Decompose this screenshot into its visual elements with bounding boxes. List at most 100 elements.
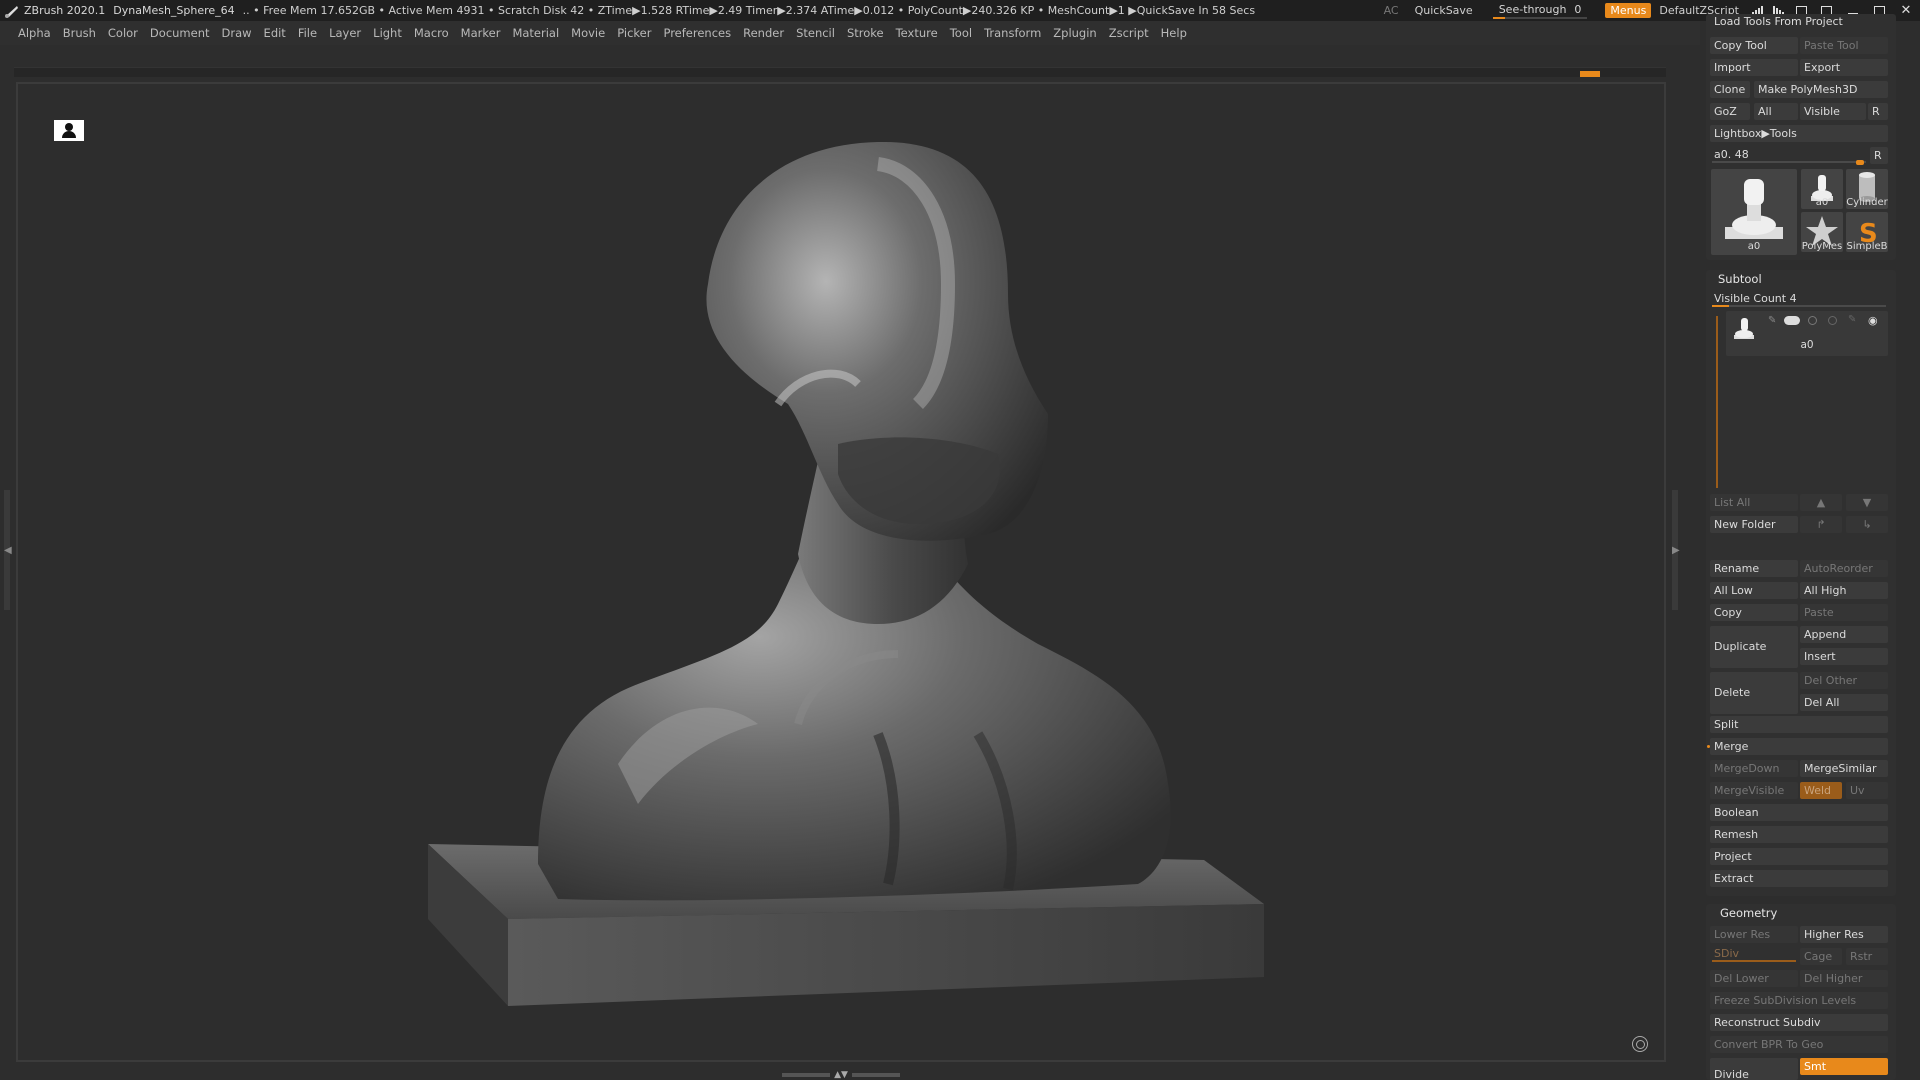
copy-subtool-button[interactable]: Copy xyxy=(1710,604,1798,621)
menu-item-stroke[interactable]: Stroke xyxy=(847,26,884,40)
new-folder-button[interactable]: New Folder xyxy=(1710,516,1798,533)
divide-button[interactable]: Divide xyxy=(1710,1058,1798,1080)
merge-button[interactable]: Merge xyxy=(1710,738,1888,755)
menu-item-preferences[interactable]: Preferences xyxy=(663,26,731,40)
menu-item-zscript[interactable]: Zscript xyxy=(1109,26,1149,40)
all-low-button[interactable]: All Low xyxy=(1710,582,1798,599)
del-other-button[interactable]: Del Other xyxy=(1800,672,1888,689)
document-canvas[interactable] xyxy=(16,82,1666,1062)
all-high-button[interactable]: All High xyxy=(1800,582,1888,599)
menu-item-zplugin[interactable]: Zplugin xyxy=(1053,26,1096,40)
duplicate-button[interactable]: Duplicate xyxy=(1710,626,1798,668)
goz-button[interactable]: GoZ xyxy=(1710,103,1750,120)
subtool-toggle-icon[interactable] xyxy=(1784,316,1800,325)
subtool-pen-icon[interactable]: ✎ xyxy=(1848,314,1856,325)
quicksave-button[interactable]: QuickSave xyxy=(1415,4,1473,17)
paste-subtool-button[interactable]: Paste xyxy=(1800,604,1888,621)
menu-item-transform[interactable]: Transform xyxy=(984,26,1041,40)
subtool-brush-icon[interactable]: ✎ xyxy=(1768,315,1776,326)
menu-item-marker[interactable]: Marker xyxy=(461,26,501,40)
menu-item-document[interactable]: Document xyxy=(150,26,210,40)
target-icon[interactable] xyxy=(1632,1036,1648,1052)
menu-item-stencil[interactable]: Stencil xyxy=(796,26,835,40)
goz-visible-button[interactable]: Visible xyxy=(1800,103,1866,120)
project-button[interactable]: Project xyxy=(1710,848,1888,865)
delete-button[interactable]: Delete xyxy=(1710,672,1798,714)
lower-res-button[interactable]: Lower Res xyxy=(1710,926,1798,943)
menu-item-brush[interactable]: Brush xyxy=(63,26,96,40)
menu-item-draw[interactable]: Draw xyxy=(222,26,252,40)
auto-reorder-button[interactable]: AutoReorder xyxy=(1800,560,1888,577)
menu-item-edit[interactable]: Edit xyxy=(264,26,286,40)
menu-item-picker[interactable]: Picker xyxy=(617,26,651,40)
insert-button[interactable]: Insert xyxy=(1800,648,1888,665)
reconstruct-subdiv-button[interactable]: Reconstruct Subdiv xyxy=(1710,1014,1888,1031)
cage-button[interactable]: Cage xyxy=(1800,948,1842,965)
move-up-button[interactable]: ▲ xyxy=(1800,494,1842,511)
menu-item-help[interactable]: Help xyxy=(1161,26,1187,40)
freeze-subdivision-button[interactable]: Freeze SubDivision Levels xyxy=(1710,992,1888,1009)
menu-item-macro[interactable]: Macro xyxy=(414,26,449,40)
geometry-title[interactable]: Geometry xyxy=(1720,906,1777,920)
menu-item-render[interactable]: Render xyxy=(743,26,784,40)
menu-item-tool[interactable]: Tool xyxy=(950,26,972,40)
user-icon[interactable] xyxy=(54,120,84,141)
copy-tool-button[interactable]: Copy Tool xyxy=(1710,37,1798,54)
higher-res-button[interactable]: Higher Res xyxy=(1800,926,1888,943)
goz-all-button[interactable]: All xyxy=(1754,103,1798,120)
menu-item-light[interactable]: Light xyxy=(373,26,402,40)
menu-item-layer[interactable]: Layer xyxy=(329,26,361,40)
bottom-tray-handle[interactable]: ▲▼ xyxy=(776,1070,906,1080)
close-icon[interactable]: ✕ xyxy=(1899,4,1913,17)
extract-button[interactable]: Extract xyxy=(1710,870,1888,887)
visible-count-slider[interactable]: Visible Count 4 xyxy=(1710,290,1888,307)
rename-button[interactable]: Rename xyxy=(1710,560,1798,577)
menu-item-material[interactable]: Material xyxy=(512,26,559,40)
merge-down-button[interactable]: MergeDown xyxy=(1710,760,1798,777)
convert-bpr-button[interactable]: Convert BPR To Geo xyxy=(1710,1036,1888,1053)
rstr-button[interactable]: Rstr xyxy=(1846,948,1888,965)
boolean-button[interactable]: Boolean xyxy=(1710,804,1888,821)
sdiv-slider[interactable]: SDiv xyxy=(1710,945,1798,962)
move-down-button[interactable]: ▼ xyxy=(1846,494,1888,511)
menu-item-alpha[interactable]: Alpha xyxy=(18,26,51,40)
smt-toggle[interactable]: Smt xyxy=(1800,1058,1888,1075)
current-tool-slider[interactable]: a0. 48 xyxy=(1710,146,1868,165)
weld-button[interactable]: Weld xyxy=(1800,782,1842,799)
see-through-slider[interactable]: See-through 0 xyxy=(1492,2,1588,19)
menus-toggle-button[interactable]: Menus xyxy=(1605,3,1652,18)
right-tray-arrow-icon[interactable]: ▶ xyxy=(1672,545,1680,556)
clone-button[interactable]: Clone xyxy=(1710,81,1750,98)
list-all-button[interactable]: List All xyxy=(1710,494,1798,511)
remesh-button[interactable]: Remesh xyxy=(1710,826,1888,843)
goz-r-button[interactable]: R xyxy=(1868,103,1888,120)
export-button[interactable]: Export xyxy=(1800,59,1888,76)
menu-item-color[interactable]: Color xyxy=(108,26,138,40)
del-higher-button[interactable]: Del Higher xyxy=(1800,970,1888,987)
merge-visible-button[interactable]: MergeVisible xyxy=(1710,782,1798,799)
tool-r-button[interactable]: R xyxy=(1870,147,1888,164)
lightbox-tools-button[interactable]: Lightbox▶Tools xyxy=(1710,125,1888,142)
paste-tool-button[interactable]: Paste Tool xyxy=(1800,37,1888,54)
del-all-button[interactable]: Del All xyxy=(1800,694,1888,711)
merge-similar-button[interactable]: MergeSimilar xyxy=(1800,760,1888,777)
split-button[interactable]: Split xyxy=(1710,716,1888,733)
append-button[interactable]: Append xyxy=(1800,626,1888,643)
subtool-eye-icon[interactable]: ◉ xyxy=(1868,314,1878,327)
subtool-list-scrollbar[interactable] xyxy=(1716,316,1718,488)
import-button[interactable]: Import xyxy=(1710,59,1798,76)
uv-button[interactable]: Uv xyxy=(1846,782,1888,799)
menu-item-texture[interactable]: Texture xyxy=(896,26,938,40)
menu-item-movie[interactable]: Movie xyxy=(571,26,605,40)
left-tray-arrow-icon[interactable]: ◀ xyxy=(4,545,12,556)
menu-item-file[interactable]: File xyxy=(298,26,317,40)
subtool-mode-icon[interactable] xyxy=(1808,316,1817,325)
load-tools-from-project-button[interactable]: Load Tools From Project xyxy=(1710,16,1890,28)
subtool-item-a0[interactable]: ✎ ✎ ◉ a0 xyxy=(1726,311,1888,356)
folder-action-1-button[interactable]: ↱ xyxy=(1800,516,1842,533)
subtool-polypaint-icon[interactable] xyxy=(1828,316,1837,325)
del-lower-button[interactable]: Del Lower xyxy=(1710,970,1798,987)
subtool-title[interactable]: Subtool xyxy=(1718,272,1762,286)
folder-action-2-button[interactable]: ↳ xyxy=(1846,516,1888,533)
make-polymesh3d-button[interactable]: Make PolyMesh3D xyxy=(1754,81,1888,98)
